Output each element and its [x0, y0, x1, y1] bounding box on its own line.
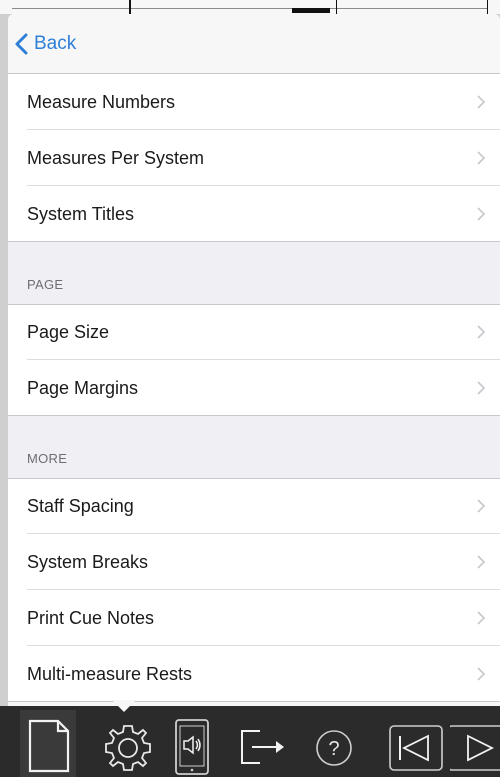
- chevron-right-icon: [477, 555, 486, 569]
- row-multi-measure-rests[interactable]: Multi-measure Rests: [8, 646, 500, 702]
- section-title: MORE: [27, 451, 68, 466]
- row-label: Staff Spacing: [27, 495, 134, 516]
- chevron-right-icon: [477, 151, 486, 165]
- row-label: Print Cue Notes: [27, 607, 155, 628]
- beam: [292, 8, 330, 13]
- row-system-titles[interactable]: System Titles: [8, 186, 500, 242]
- row-page-margins[interactable]: Page Margins: [8, 360, 500, 416]
- back-button[interactable]: Back: [14, 33, 76, 55]
- chevron-right-icon: [477, 381, 486, 395]
- row-staff-spacing[interactable]: Staff Spacing: [8, 478, 500, 534]
- row-label: Measures Per System: [27, 147, 205, 168]
- row-label: System Titles: [27, 203, 135, 224]
- row-print-cue-notes[interactable]: Print Cue Notes: [8, 590, 500, 646]
- row-label: Page Margins: [27, 377, 139, 398]
- chevron-left-icon: [15, 33, 28, 54]
- chevron-right-icon: [477, 325, 486, 339]
- settings-popover: Back Measure Numbers Measures Per System…: [8, 14, 500, 706]
- staff-line: [12, 8, 488, 9]
- score-background: [0, 0, 500, 14]
- help-icon[interactable]: ?: [314, 728, 354, 768]
- row-label: System Breaks: [27, 551, 149, 572]
- row-measure-numbers[interactable]: Measure Numbers: [8, 74, 500, 130]
- popover-arrow: [112, 700, 136, 712]
- back-label: Back: [34, 32, 77, 54]
- barline: [487, 0, 488, 14]
- row-label: Measure Numbers: [27, 91, 176, 112]
- section-header-page: PAGE: [8, 242, 500, 304]
- section-title: PAGE: [27, 277, 64, 292]
- navigation-bar: Back: [8, 14, 500, 74]
- divider: [8, 701, 500, 702]
- section-header-more: MORE: [8, 416, 500, 478]
- barline: [129, 0, 131, 14]
- document-icon[interactable]: [28, 719, 70, 773]
- chevron-right-icon: [477, 95, 486, 109]
- chevron-right-icon: [477, 611, 486, 625]
- chevron-right-icon: [477, 499, 486, 513]
- svg-text:?: ?: [328, 738, 339, 760]
- app-screen: Back Measure Numbers Measures Per System…: [0, 0, 500, 777]
- gear-icon[interactable]: [101, 722, 155, 774]
- chevron-right-icon: [477, 207, 486, 221]
- export-icon[interactable]: [238, 727, 288, 767]
- barline: [336, 0, 337, 14]
- row-measures-per-system[interactable]: Measures Per System: [8, 130, 500, 186]
- play-icon[interactable]: [450, 724, 500, 772]
- chevron-right-icon: [477, 667, 486, 681]
- row-label: Page Size: [27, 321, 110, 342]
- row-label: Multi-measure Rests: [27, 663, 193, 684]
- row-page-size[interactable]: Page Size: [8, 304, 500, 360]
- skip-to-start-icon[interactable]: [388, 724, 444, 772]
- row-system-breaks[interactable]: System Breaks: [8, 534, 500, 590]
- device-sound-icon[interactable]: [174, 718, 210, 776]
